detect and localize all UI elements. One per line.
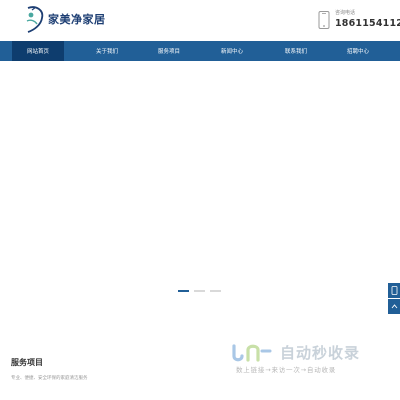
watermark: 自动秒收录 数上链接→来访一次→自动收录 xyxy=(230,340,390,375)
slider-dot-3[interactable] xyxy=(210,290,221,292)
nav-item-services[interactable]: 服务项目 xyxy=(141,41,197,61)
logo-mark-icon xyxy=(26,6,44,33)
back-to-top-button[interactable] xyxy=(388,299,400,314)
nav-item-jobs[interactable]: 招聘中心 xyxy=(330,41,386,61)
slider-pagination xyxy=(178,290,228,293)
slider-dot-2[interactable] xyxy=(194,290,205,292)
slider-dot-1[interactable] xyxy=(178,290,189,292)
side-phone-button[interactable] xyxy=(388,283,400,298)
banner-slider[interactable] xyxy=(0,61,400,301)
nav-item-home[interactable]: 网站首页 xyxy=(12,41,64,61)
nav-item-about[interactable]: 关于我们 xyxy=(79,41,135,61)
site-logo[interactable]: 家美净家居 xyxy=(22,4,112,36)
logo-text: 家美净家居 xyxy=(48,13,106,26)
section-title: 服务项目 xyxy=(11,358,43,367)
nav-item-contact[interactable]: 联系我们 xyxy=(268,41,324,61)
side-phone-icon xyxy=(391,286,397,295)
nav-item-news[interactable]: 新闻中心 xyxy=(204,41,260,61)
phone-number[interactable]: 18611541125 xyxy=(335,18,400,29)
watermark-logo-icon xyxy=(232,344,272,362)
main-nav: 网站首页 关于我们 服务项目 新闻中心 联系我们 招聘中心 xyxy=(0,41,400,61)
watermark-tagline: 数上链接→来访一次→自动收录 xyxy=(236,366,337,374)
phone-icon xyxy=(318,11,330,29)
phone-label: 咨询电话 xyxy=(335,10,356,16)
watermark-name: 自动秒收录 xyxy=(280,344,361,362)
arrow-up-icon xyxy=(391,304,397,309)
site-header: 家美净家居 咨询电话 18611541125 xyxy=(0,0,400,41)
contact-phone: 咨询电话 18611541125 xyxy=(318,9,400,35)
section-description: 专业、便捷、安全环保的家庭清洁服务 xyxy=(11,376,88,381)
